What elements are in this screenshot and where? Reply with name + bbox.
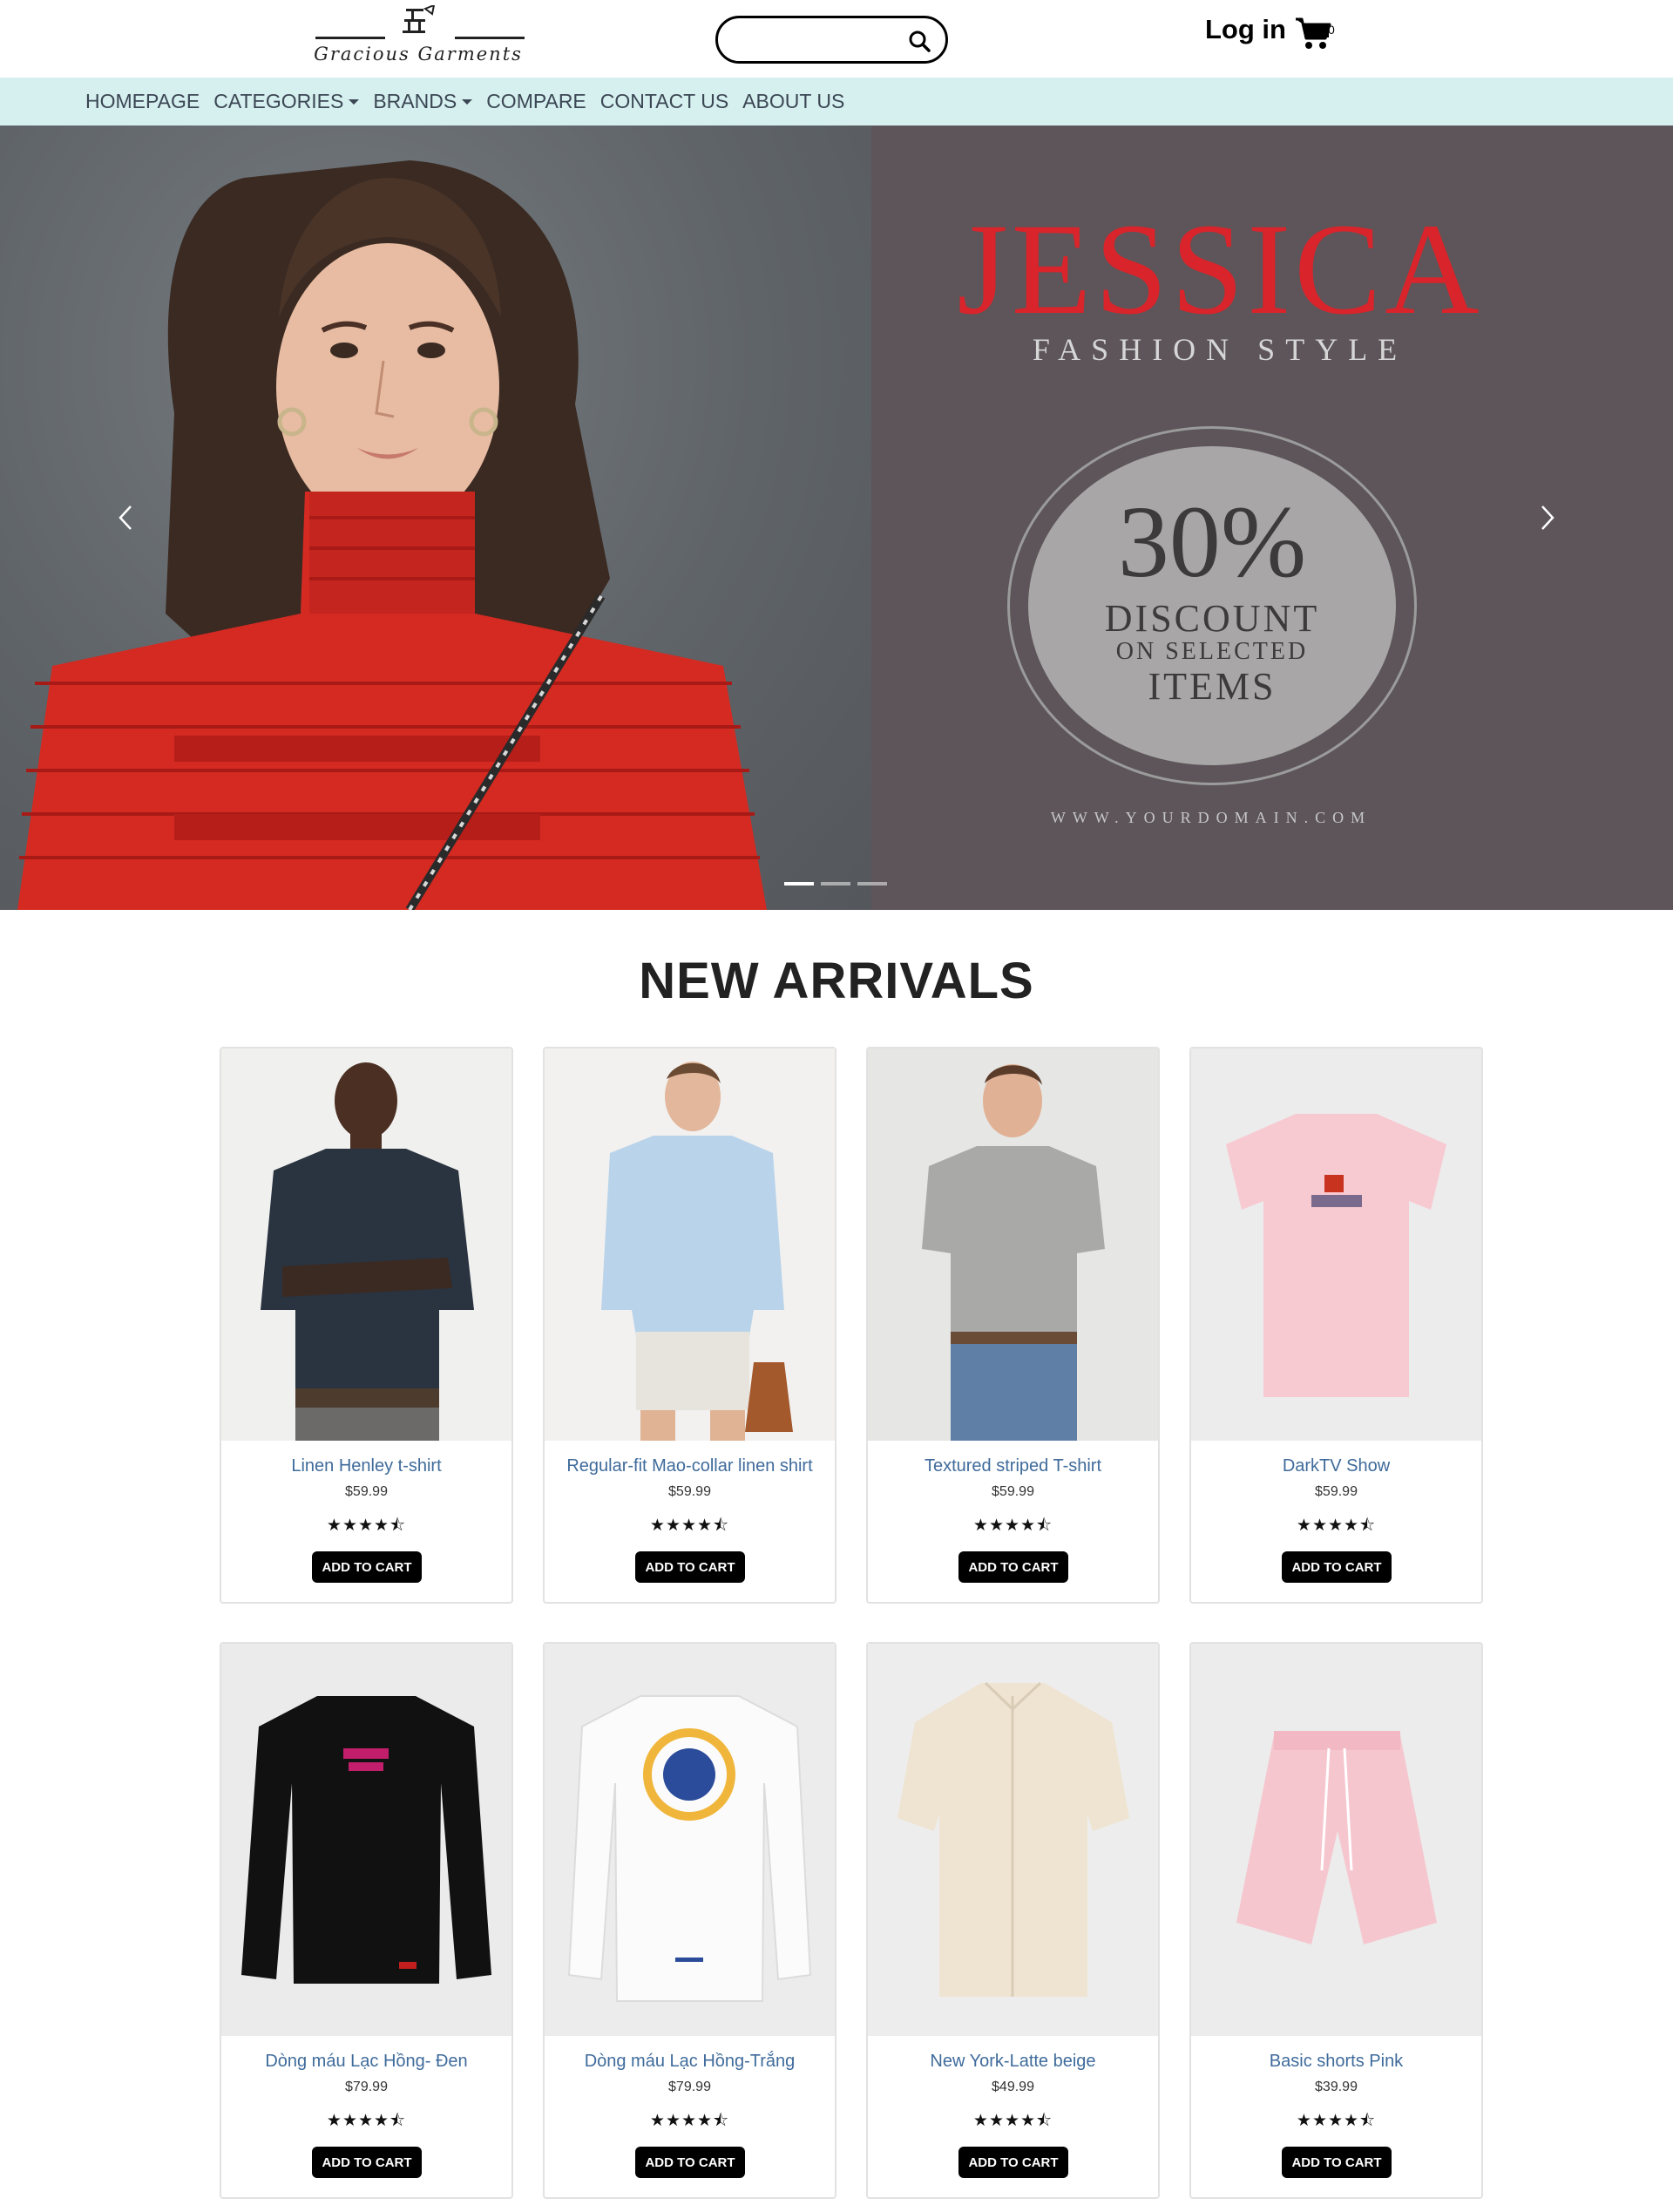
product-price: $59.99: [1315, 1484, 1358, 1499]
add-to-cart-button[interactable]: ADD TO CART: [312, 1551, 422, 1583]
product-price: $49.99: [992, 2080, 1034, 2094]
site-logo[interactable]: Gracious Garments: [296, 3, 540, 73]
product-price: $59.99: [992, 1484, 1034, 1499]
carousel-indicator-2[interactable]: [821, 882, 850, 885]
nav-item-label: ABOUT US: [742, 90, 845, 112]
product-image[interactable]: [1191, 1048, 1481, 1441]
product-grid: Linen Henley t-shirt $59.99 ★★★★⯪ ADD TO…: [220, 1047, 1485, 2212]
product-photo-mao-shirt: [601, 1062, 793, 1441]
logo-rule-left: [315, 37, 385, 39]
hero-domain-text: WWW.YOURDOMAIN.COM: [1050, 809, 1372, 826]
product-image[interactable]: [221, 1048, 511, 1441]
search-box: [715, 16, 948, 64]
product-name-link[interactable]: New York-Latte beige: [868, 2052, 1158, 2072]
nav-item-compare[interactable]: COMPARE: [486, 90, 586, 113]
add-to-cart-button[interactable]: ADD TO CART: [1282, 2147, 1392, 2178]
nav-item-brands[interactable]: BRANDS: [373, 90, 473, 113]
login-link[interactable]: Log in: [1205, 14, 1286, 45]
product-name-link[interactable]: Regular-fit Mao-collar linen shirt: [545, 1456, 835, 1476]
product-photo-henley: [261, 1062, 474, 1441]
product-photo-beige-shirt: [897, 1681, 1129, 1997]
product-price: $39.99: [1315, 2080, 1358, 2094]
search-input[interactable]: [735, 27, 901, 53]
rating-stars-icon: ★★★★⯪: [326, 1517, 407, 1535]
product-name-link[interactable]: Basic shorts Pink: [1191, 2052, 1481, 2072]
discount-items-label: ITEMS: [1148, 665, 1277, 708]
add-to-cart-button[interactable]: ADD TO CART: [958, 1551, 1068, 1583]
product-card: DarkTV Show $59.99 ★★★★⯪ ADD TO CART: [1189, 1047, 1483, 1604]
hero-brand-title: JESSICA: [957, 197, 1483, 342]
product-card: Linen Henley t-shirt $59.99 ★★★★⯪ ADD TO…: [220, 1047, 513, 1604]
nav-item-contact-us[interactable]: CONTACT US: [600, 90, 728, 113]
product-image[interactable]: [1191, 1644, 1481, 2036]
product-photo-striped-tee: [922, 1064, 1105, 1441]
logo-text: Gracious Garments: [314, 44, 523, 64]
nav-item-homepage[interactable]: HOMEPAGE: [85, 90, 200, 113]
add-to-cart-button[interactable]: ADD TO CART: [958, 2147, 1068, 2178]
rating-stars-icon: ★★★★⯪: [972, 2112, 1053, 2130]
product-name-link[interactable]: Dòng máu Lạc Hồng- Đen: [221, 2052, 511, 2072]
rating-stars-icon: ★★★★⯪: [1296, 1517, 1377, 1535]
product-photo-longsleeve-black: [241, 1696, 491, 1984]
product-name-link[interactable]: DarkTV Show: [1191, 1456, 1481, 1476]
carousel-indicator-3[interactable]: [857, 882, 887, 885]
product-card: Basic shorts Pink $39.99 ★★★★⯪ ADD TO CA…: [1189, 1642, 1483, 2199]
hero-carousel: JESSICA FASHION STYLE 30% DISCOUNT ON SE…: [0, 126, 1673, 910]
section-title-new-arrivals: NEW ARRIVALS: [639, 953, 1034, 1009]
cart-count-badge: 0: [1328, 23, 1335, 37]
logo-rule-right: [455, 37, 525, 39]
product-price: $59.99: [345, 1484, 388, 1499]
product-image[interactable]: [545, 1048, 835, 1441]
carousel-indicators: [784, 882, 887, 885]
product-image[interactable]: [868, 1644, 1158, 2036]
product-card: Regular-fit Mao-collar linen shirt $59.9…: [543, 1047, 836, 1604]
nav-item-label: BRANDS: [373, 90, 457, 112]
carousel-prev-icon[interactable]: [108, 496, 143, 539]
product-card: Textured striped T-shirt $59.99 ★★★★⯪ AD…: [866, 1047, 1160, 1604]
add-to-cart-button[interactable]: ADD TO CART: [635, 2147, 745, 2178]
add-to-cart-button[interactable]: ADD TO CART: [635, 1551, 745, 1583]
logo-emblem-icon: [403, 5, 436, 33]
shopping-cart-icon[interactable]: [1294, 16, 1332, 51]
product-card: New York-Latte beige $49.99 ★★★★⯪ ADD TO…: [866, 1642, 1160, 2199]
product-photo-pink-shorts: [1236, 1731, 1437, 1944]
rating-stars-icon: ★★★★⯪: [649, 2112, 730, 2130]
product-name-link[interactable]: Textured striped T-shirt: [868, 1456, 1158, 1476]
nav-item-label: HOMEPAGE: [85, 90, 200, 112]
rating-stars-icon: ★★★★⯪: [649, 1517, 730, 1535]
rating-stars-icon: ★★★★⯪: [1296, 2112, 1377, 2130]
product-price: $79.99: [345, 2080, 388, 2094]
product-card: Dòng máu Lạc Hồng-Trắng $79.99 ★★★★⯪ ADD…: [543, 1642, 836, 2199]
rating-stars-icon: ★★★★⯪: [326, 2112, 407, 2130]
rating-stars-icon: ★★★★⯪: [972, 1517, 1053, 1535]
nav-item-label: COMPARE: [486, 90, 586, 112]
main-navigation: HOMEPAGE CATEGORIES BRANDS COMPARE CONTA…: [0, 78, 1673, 126]
caret-down-icon: [349, 98, 360, 105]
discount-label: DISCOUNT: [1104, 597, 1320, 640]
product-price: $59.99: [668, 1484, 711, 1499]
product-photo-darktv-tee: [1226, 1114, 1446, 1397]
product-price: $79.99: [668, 2080, 711, 2094]
product-name-link[interactable]: Dòng máu Lạc Hồng-Trắng: [545, 2052, 835, 2072]
carousel-next-icon[interactable]: [1530, 496, 1565, 539]
caret-down-icon: [462, 98, 473, 105]
product-name-link[interactable]: Linen Henley t-shirt: [221, 1456, 511, 1476]
nav-item-label: CATEGORIES: [213, 90, 344, 112]
site-header: Gracious Garments Log in 0: [0, 0, 1673, 78]
carousel-indicator-1[interactable]: [784, 882, 814, 885]
search-icon[interactable]: [907, 29, 931, 53]
discount-on-label: ON SELECTED: [1115, 638, 1309, 665]
product-image[interactable]: [221, 1644, 511, 2036]
add-to-cart-button[interactable]: ADD TO CART: [312, 2147, 422, 2178]
add-to-cart-button[interactable]: ADD TO CART: [1282, 1551, 1392, 1583]
discount-percent: 30%: [1117, 485, 1307, 599]
nav-item-about-us[interactable]: ABOUT US: [742, 90, 844, 113]
hero-brand-subtitle: FASHION STYLE: [1032, 332, 1408, 367]
product-image[interactable]: [868, 1048, 1158, 1441]
nav-item-categories[interactable]: CATEGORIES: [213, 90, 360, 113]
product-card: Dòng máu Lạc Hồng- Đen $79.99 ★★★★⯪ ADD …: [220, 1642, 513, 2199]
product-photo-longsleeve-white: [567, 1695, 812, 2002]
product-image[interactable]: [545, 1644, 835, 2036]
nav-item-label: CONTACT US: [599, 90, 729, 112]
